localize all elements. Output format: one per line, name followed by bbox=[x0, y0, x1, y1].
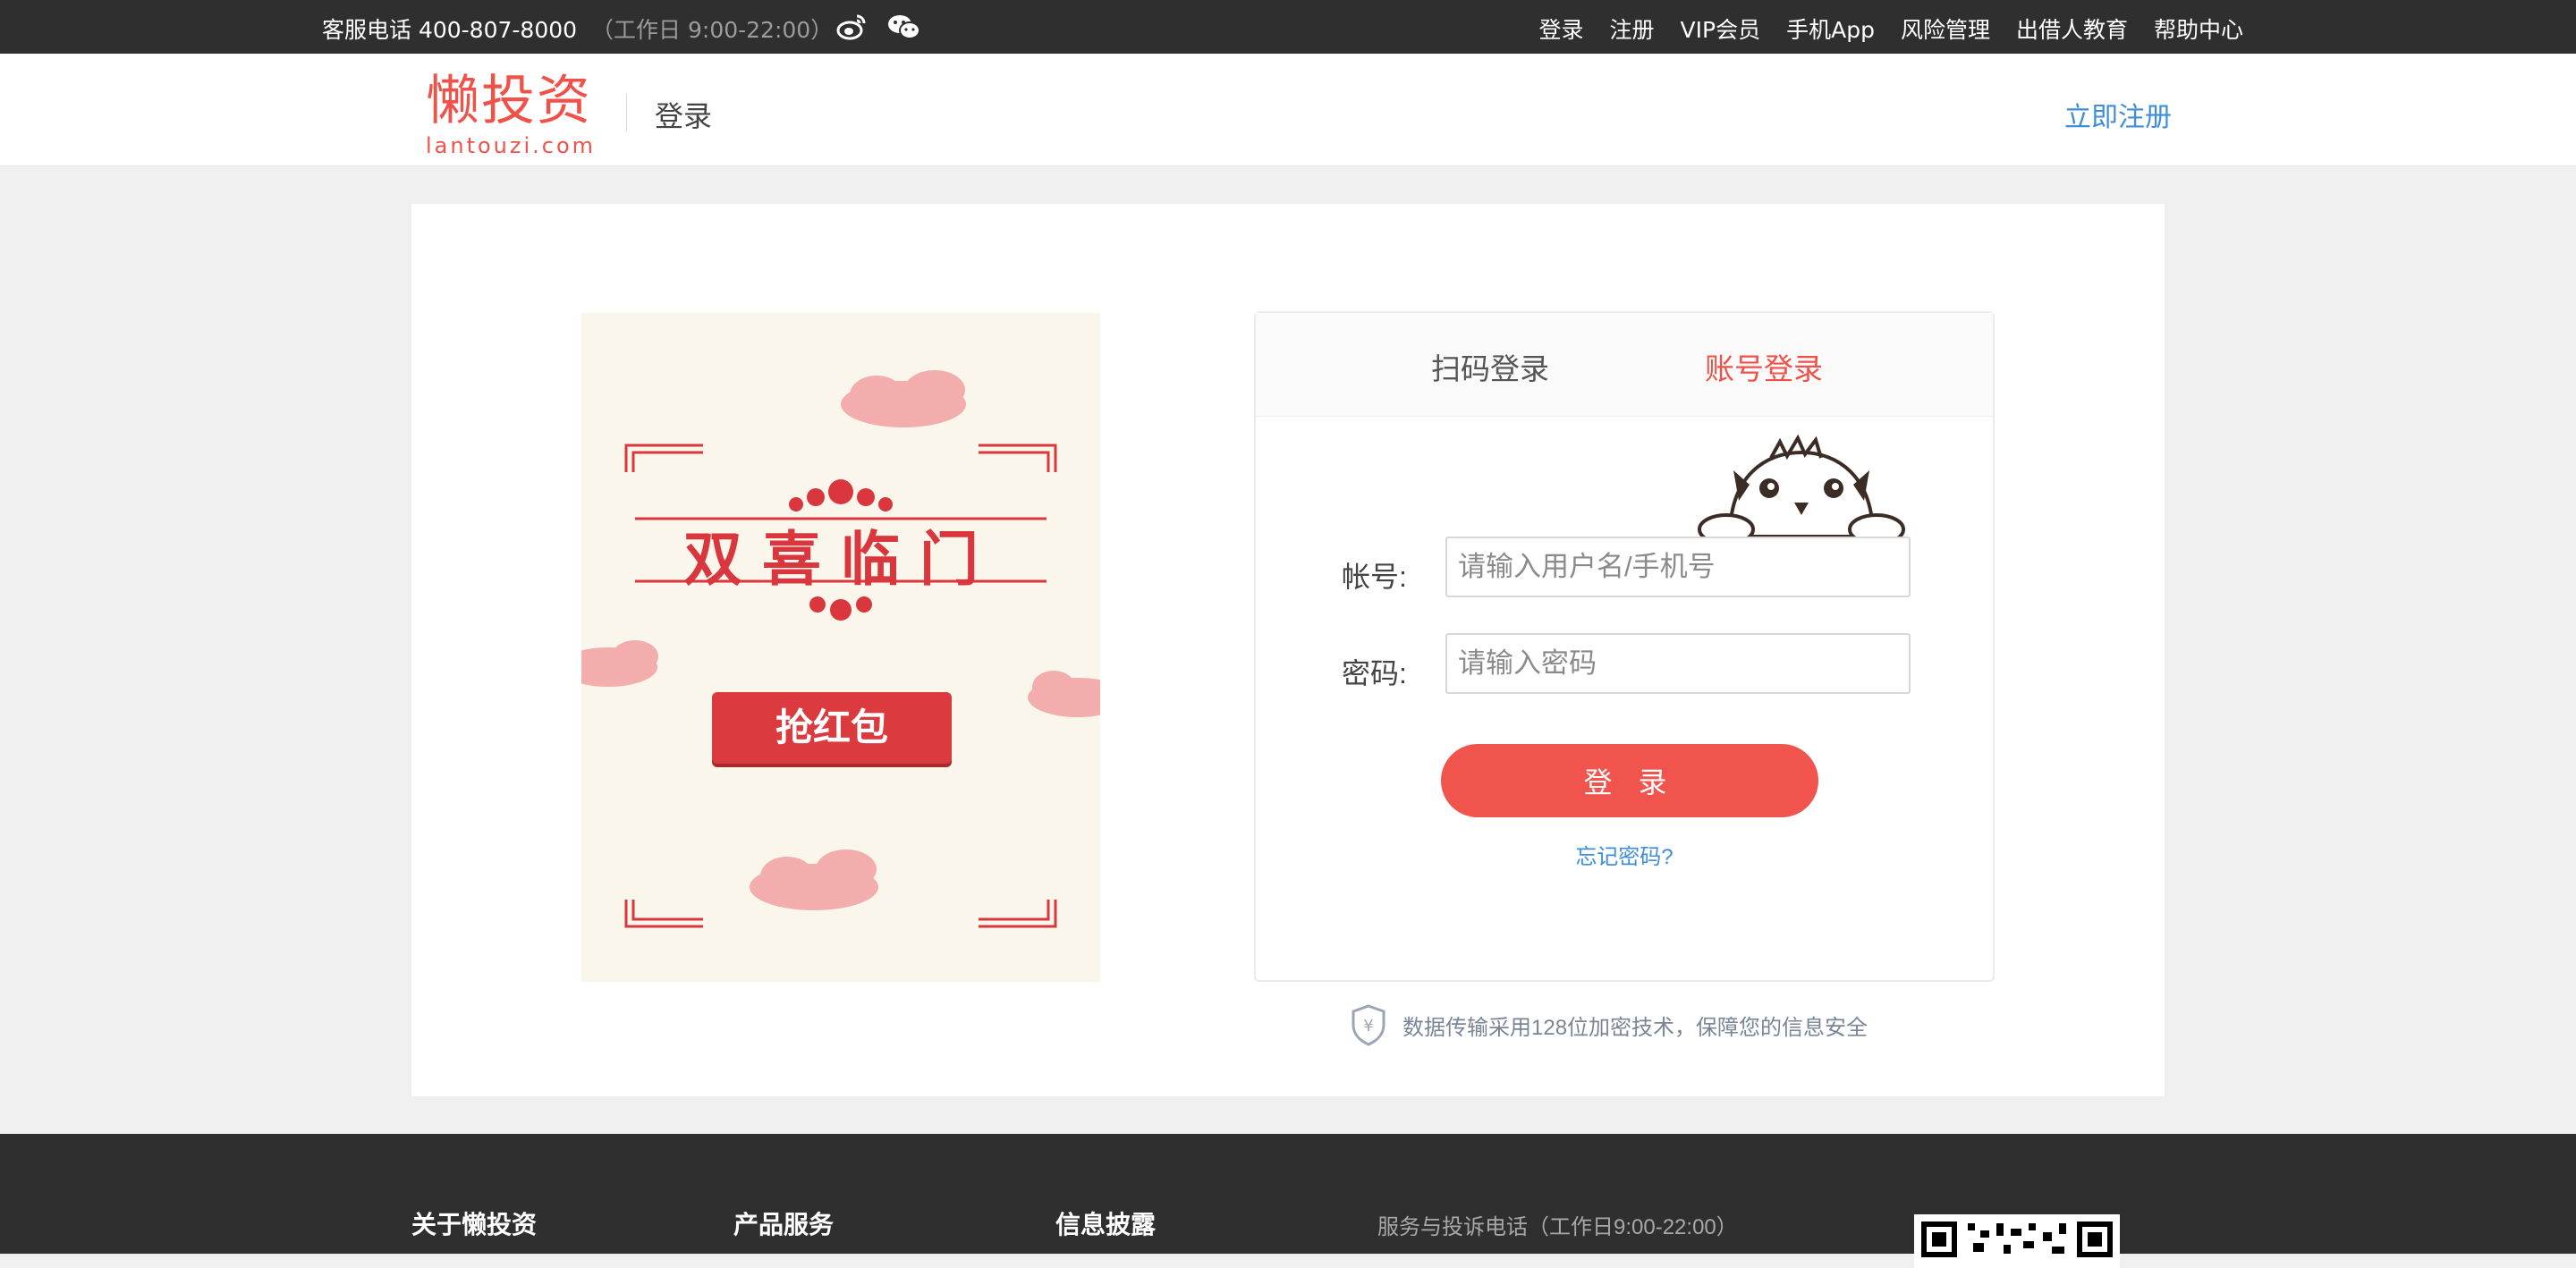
security-note: ¥ 数据传输采用128位加密技术，保障您的信息安全 bbox=[1349, 1003, 1868, 1046]
phone-label: 客服电话 400-807-8000 bbox=[322, 17, 578, 43]
login-tabs: 扫码登录 账号登录 bbox=[1256, 313, 1993, 417]
nav-login[interactable]: 登录 bbox=[1539, 13, 1584, 45]
account-input[interactable] bbox=[1445, 537, 1911, 597]
footer-about[interactable]: 关于懒投资 bbox=[411, 1205, 537, 1241]
nav-vip[interactable]: VIP会员 bbox=[1681, 13, 1761, 45]
footer-products[interactable]: 产品服务 bbox=[733, 1205, 834, 1241]
tab-qr-login[interactable]: 扫码登录 bbox=[1431, 345, 1549, 388]
password-input[interactable] bbox=[1445, 633, 1911, 694]
service-hours: （工作日 9:00-22:00） bbox=[591, 17, 834, 43]
site-header: 懒投资 lantouzi.com 登录 立即注册 bbox=[0, 54, 2576, 166]
wechat-icon[interactable] bbox=[887, 13, 921, 45]
footer-service-tel: 服务与投诉电话（工作日9:00-22:00） bbox=[1377, 1215, 1738, 1239]
nav-mobile-app[interactable]: 手机App bbox=[1786, 13, 1875, 45]
shield-icon: ¥ bbox=[1352, 1004, 1385, 1046]
qr-code-icon bbox=[1914, 1214, 2120, 1268]
social-links bbox=[835, 13, 921, 45]
site-footer: 关于懒投资 产品服务 信息披露 服务与投诉电话（工作日9:00-22:00） bbox=[0, 1134, 2576, 1268]
nav-help-center[interactable]: 帮助中心 bbox=[2154, 13, 2243, 45]
login-panel: 扫码登录 账号登录 帐号: 密码: 登 录 忘记密码? bbox=[1254, 311, 1995, 982]
tab-account-login[interactable]: 账号登录 bbox=[1705, 345, 1823, 388]
forgot-password-link[interactable]: 忘记密码? bbox=[1256, 839, 1993, 870]
logo[interactable]: 懒投资 lantouzi.com bbox=[426, 68, 596, 157]
svg-text:¥: ¥ bbox=[1363, 1017, 1373, 1036]
nav-risk-management[interactable]: 风险管理 bbox=[1901, 13, 1990, 45]
mascot-icon bbox=[1698, 434, 1905, 538]
register-now-link[interactable]: 立即注册 bbox=[2064, 95, 2172, 134]
footer-disclosure[interactable]: 信息披露 bbox=[1055, 1205, 1156, 1241]
header-divider bbox=[626, 94, 627, 131]
customer-service-phone: 客服电话 400-807-8000 （工作日 9:00-22:00） bbox=[322, 13, 833, 45]
grab-red-packet-button[interactable]: 抢红包 bbox=[712, 692, 952, 764]
top-bar: 客服电话 400-807-8000 （工作日 9:00-22:00） 登录 注册 bbox=[0, 0, 2576, 54]
top-nav: 登录 注册 VIP会员 手机App 风险管理 出借人教育 帮助中心 bbox=[1539, 13, 2243, 45]
logo-cn: 懒投资 bbox=[426, 70, 592, 132]
security-note-text: 数据传输采用128位加密技术，保障您的信息安全 bbox=[1402, 1015, 1868, 1040]
promo-title: 双喜临门 bbox=[683, 525, 998, 594]
page-title: 登录 bbox=[655, 100, 713, 132]
promo-banner[interactable]: 双喜临门 抢红包 bbox=[581, 313, 1100, 982]
account-label: 帐号: bbox=[1342, 561, 1407, 593]
logo-en: lantouzi.com bbox=[426, 133, 597, 158]
password-label: 密码: bbox=[1342, 657, 1407, 689]
login-submit-button[interactable]: 登 录 bbox=[1441, 744, 1818, 817]
nav-register[interactable]: 注册 bbox=[1610, 13, 1655, 45]
promo-decoration bbox=[581, 370, 1100, 928]
weibo-icon[interactable] bbox=[835, 13, 868, 45]
nav-lender-education[interactable]: 出借人教育 bbox=[2016, 13, 2128, 45]
